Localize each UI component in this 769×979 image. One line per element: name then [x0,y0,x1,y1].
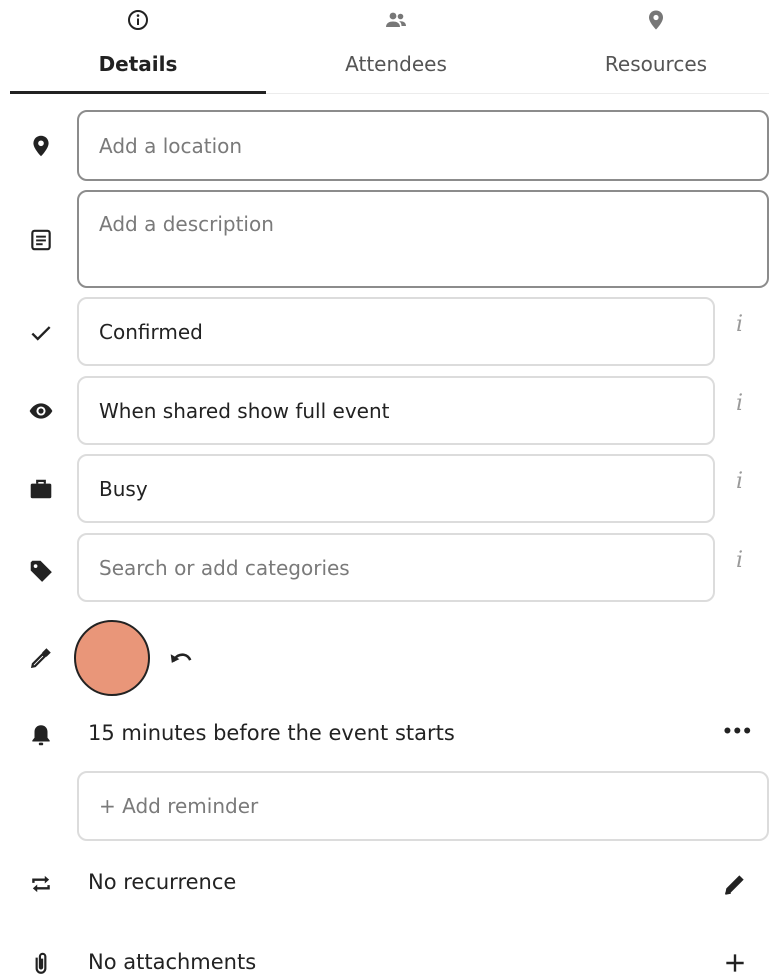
eye-icon [28,398,54,424]
tab-details-label: Details [98,52,178,76]
paperclip-icon [28,950,54,976]
bell-icon [28,722,54,748]
map-marker-icon [28,133,54,159]
tab-resources-label: Resources [604,52,708,76]
visibility-select[interactable] [77,376,715,445]
location-input[interactable] [77,110,769,181]
recurrence-text: No recurrence [88,870,237,894]
categories-info-icon[interactable]: i [736,548,743,573]
add-attachment-icon[interactable] [722,950,748,976]
edit-pencil-icon[interactable] [722,871,748,897]
check-icon [28,320,54,346]
add-reminder-input[interactable] [77,771,769,841]
status-select[interactable] [77,297,715,366]
more-options-icon[interactable]: ••• [722,722,753,748]
eyedropper-icon [28,645,54,671]
briefcase-icon [28,476,54,502]
tab-attendees-label: Attendees [345,52,447,76]
tab-resources[interactable]: Resources [526,0,769,94]
map-marker-icon [644,8,668,32]
repeat-icon [28,871,54,897]
categories-input[interactable] [77,533,715,602]
reminder-text: 15 minutes before the event starts [88,721,455,745]
description-icon [28,227,54,253]
tab-attendees[interactable]: Attendees [266,0,526,94]
attachments-text: No attachments [88,950,257,974]
visibility-info-icon[interactable]: i [736,391,743,416]
undo-icon[interactable] [168,645,194,671]
tab-details[interactable]: Details [10,0,266,94]
status-info-icon[interactable]: i [736,312,743,337]
availability-select[interactable] [77,454,715,523]
tab-bar: Details Attendees Resources [10,0,769,94]
people-icon [384,8,408,32]
info-icon [126,8,150,32]
tag-icon [28,558,54,584]
event-color-picker[interactable] [74,620,150,696]
description-input[interactable] [77,190,769,288]
availability-info-icon[interactable]: i [736,469,743,494]
